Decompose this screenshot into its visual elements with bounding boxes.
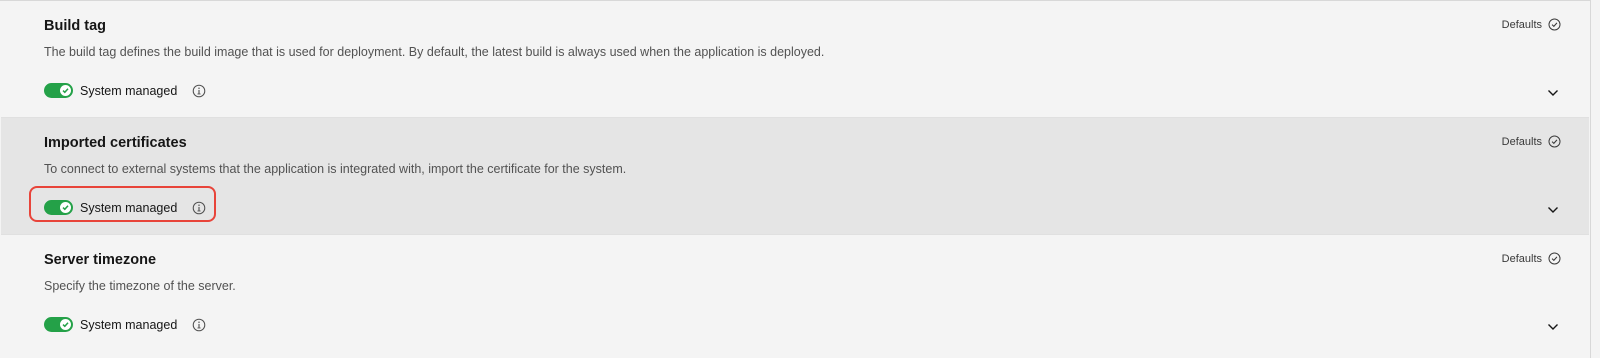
information-icon[interactable] — [192, 84, 206, 98]
toggle-label: System managed — [80, 83, 178, 98]
section-description: The build tag defines the build image th… — [44, 45, 825, 59]
settings-panel: Build tag The build tag defines the buil… — [0, 0, 1591, 358]
information-icon[interactable] — [192, 318, 206, 332]
section-server-timezone[interactable]: Server timezone Specify the timezone of … — [1, 235, 1589, 351]
toggle-label: System managed — [80, 200, 178, 215]
section-description: To connect to external systems that the … — [44, 162, 627, 176]
chevron-down-icon[interactable] — [1547, 89, 1559, 97]
chevron-down-icon[interactable] — [1547, 206, 1559, 214]
system-managed-row: System managed — [44, 83, 206, 98]
checkmark-outline-icon — [1548, 18, 1561, 31]
system-managed-toggle[interactable] — [44, 317, 73, 332]
information-icon[interactable] — [192, 201, 206, 215]
checkmark-icon — [60, 319, 71, 330]
section-description: Specify the timezone of the server. — [44, 279, 236, 293]
system-managed-row: System managed — [44, 200, 206, 215]
chevron-down-icon[interactable] — [1547, 323, 1559, 331]
section-build-tag[interactable]: Build tag The build tag defines the buil… — [1, 1, 1589, 118]
section-imported-certificates[interactable]: Imported certificates To connect to exte… — [1, 118, 1589, 235]
checkmark-icon — [60, 202, 71, 213]
checkmark-outline-icon — [1548, 252, 1561, 265]
toggle-label: System managed — [80, 317, 178, 332]
section-title: Build tag — [44, 18, 107, 34]
section-title: Server timezone — [44, 252, 157, 268]
defaults-indicator: Defaults — [1502, 18, 1561, 31]
defaults-label: Defaults — [1501, 18, 1542, 31]
defaults-indicator: Defaults — [1502, 135, 1561, 148]
defaults-label: Defaults — [1501, 135, 1542, 148]
system-managed-row: System managed — [44, 317, 206, 332]
checkmark-icon — [60, 85, 71, 96]
defaults-indicator: Defaults — [1502, 252, 1561, 265]
defaults-label: Defaults — [1501, 252, 1542, 265]
system-managed-toggle[interactable] — [44, 83, 73, 98]
section-title: Imported certificates — [44, 135, 187, 151]
system-managed-toggle[interactable] — [44, 200, 73, 215]
checkmark-outline-icon — [1548, 135, 1561, 148]
